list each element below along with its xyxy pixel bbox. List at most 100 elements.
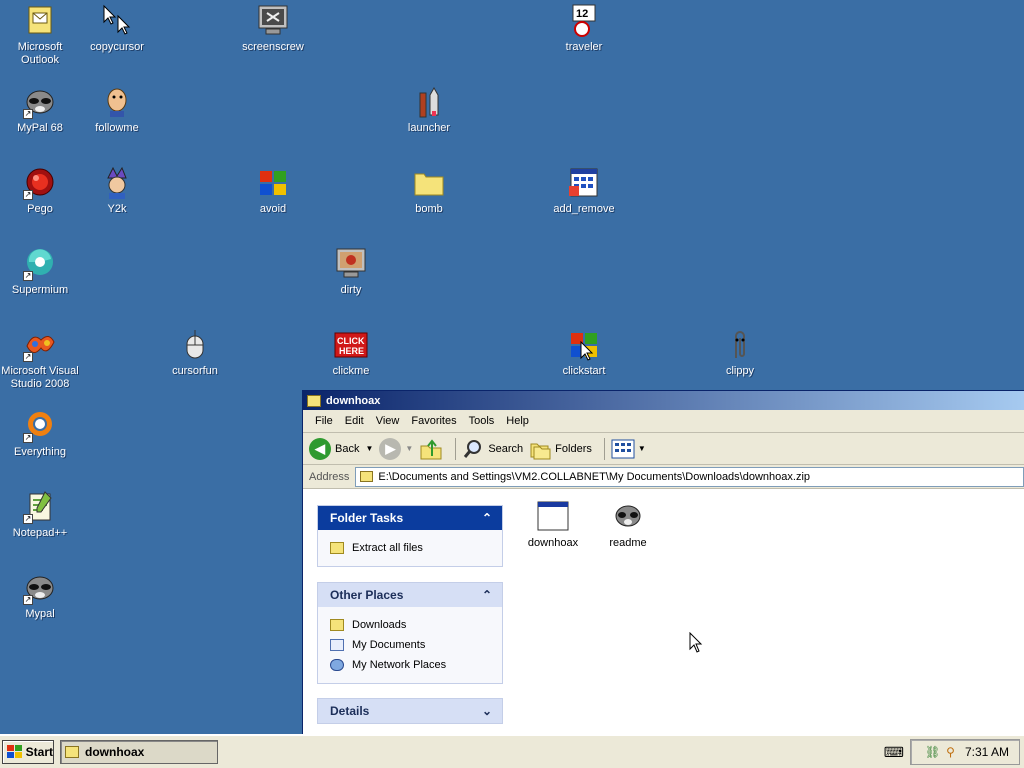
back-dropdown-icon[interactable]: ▼ bbox=[365, 444, 373, 453]
face-icon bbox=[100, 85, 134, 119]
monitor-icon bbox=[334, 247, 368, 281]
desktop-icon-mypal[interactable]: ↗ Mypal bbox=[0, 571, 80, 621]
folder-tasks-header[interactable]: Folder Tasks ⌃ bbox=[318, 506, 502, 530]
desktop-icon-notepadpp[interactable]: ↗ Notepad++ bbox=[0, 490, 80, 540]
desktop-icon-supermium[interactable]: ↗ Supermium bbox=[0, 247, 80, 297]
collapse-chevron-icon[interactable]: ⌃ bbox=[482, 588, 492, 602]
svg-text:12: 12 bbox=[576, 8, 588, 20]
menu-tools[interactable]: Tools bbox=[463, 415, 501, 427]
my-documents-icon bbox=[330, 639, 344, 651]
desktop-icon-launcher[interactable]: launcher bbox=[389, 85, 469, 135]
place-downloads[interactable]: Downloads bbox=[330, 615, 492, 635]
desktop-icon-followme[interactable]: followme bbox=[77, 85, 157, 135]
other-places-title: Other Places bbox=[330, 588, 404, 602]
outlook-icon bbox=[23, 4, 57, 38]
search-button[interactable]: Search bbox=[462, 438, 523, 460]
desktop-icon-bomb[interactable]: bomb bbox=[389, 166, 469, 216]
desktop-icon-everything[interactable]: ↗ Everything bbox=[0, 409, 80, 459]
menu-favorites[interactable]: Favorites bbox=[405, 415, 462, 427]
shortcut-arrow-icon: ↗ bbox=[23, 109, 33, 119]
menu-help[interactable]: Help bbox=[500, 415, 535, 427]
search-tray-icon[interactable]: ⚲ bbox=[946, 745, 955, 759]
mouse-pointer-icon bbox=[689, 632, 703, 653]
details-panel: Details ⌄ bbox=[317, 698, 503, 724]
windows-flag-icon bbox=[567, 328, 601, 362]
taskbar: Start downhoax ⌨ ⛓ ⚲ 7:31 AM bbox=[0, 734, 1024, 768]
toolbar: ◀ Back ▼ ▶ ▼ Search Folders ▼ bbox=[303, 433, 1024, 465]
desktop-icon-label: Notepad++ bbox=[12, 527, 68, 539]
other-places-body: Downloads My Documents My Network Places bbox=[318, 607, 502, 683]
desktop-icon-label: cursorfun bbox=[172, 365, 218, 377]
desktop-icon-label: Y2k bbox=[107, 203, 127, 215]
task-extract-all[interactable]: Extract all files bbox=[330, 538, 492, 558]
desktop-icon-label: Mypal bbox=[25, 608, 55, 620]
calendar-icon bbox=[567, 166, 601, 200]
menu-file[interactable]: File bbox=[309, 415, 339, 427]
desktop-icon-mypal68[interactable]: ↗ MyPal 68 bbox=[0, 85, 80, 135]
menu-edit[interactable]: Edit bbox=[339, 415, 370, 427]
window-titlebar[interactable]: downhoax bbox=[303, 391, 1024, 410]
collapse-chevron-icon[interactable]: ⌃ bbox=[482, 511, 492, 525]
clock[interactable]: 7:31 AM bbox=[965, 745, 1009, 759]
network-tray-icon[interactable]: ⛓ bbox=[925, 745, 940, 759]
desktop-icon-copycursor[interactable]: copycursor bbox=[77, 4, 157, 54]
desktop-icon-screenscrew[interactable]: screenscrew bbox=[233, 4, 313, 54]
file-readme[interactable]: readme bbox=[598, 501, 658, 549]
up-folder-button[interactable] bbox=[419, 438, 443, 460]
raccoon-icon: ↗ bbox=[23, 571, 57, 605]
search-icon bbox=[464, 439, 482, 458]
desktop-icon-label: screenscrew bbox=[242, 41, 304, 53]
visual-studio-icon: ↗ bbox=[23, 328, 57, 362]
shortcut-arrow-icon: ↗ bbox=[23, 352, 33, 362]
other-places-header[interactable]: Other Places ⌃ bbox=[318, 583, 502, 607]
zip-folder-icon bbox=[360, 471, 374, 482]
details-header[interactable]: Details ⌄ bbox=[318, 699, 502, 723]
desktop-icon-label: launcher bbox=[407, 122, 451, 134]
keyboard-icon[interactable]: ⌨ bbox=[884, 744, 904, 761]
menu-view[interactable]: View bbox=[370, 415, 406, 427]
desktop-icon-dirty[interactable]: dirty bbox=[311, 247, 391, 297]
start-button[interactable]: Start bbox=[2, 740, 54, 764]
forward-button[interactable]: ▶ ▼ bbox=[379, 437, 413, 460]
system-tray: ⛓ ⚲ 7:31 AM bbox=[910, 739, 1020, 765]
traveler-icon: 12 bbox=[567, 4, 601, 38]
shortcut-arrow-icon: ↗ bbox=[23, 190, 33, 200]
desktop-icon-label: copycursor bbox=[90, 41, 144, 53]
place-my-network-places[interactable]: My Network Places bbox=[330, 655, 492, 675]
desktop-icon-y2k[interactable]: Y2k bbox=[77, 166, 157, 216]
desktop-icon-clippy[interactable]: clippy bbox=[700, 328, 780, 378]
rocket-icon bbox=[412, 85, 446, 119]
desktop-icon-cursorfun[interactable]: cursorfun bbox=[155, 328, 235, 378]
file-downhoax[interactable]: downhoax bbox=[523, 501, 583, 549]
search-label: Search bbox=[488, 442, 524, 455]
taskbar-item-downhoax[interactable]: downhoax bbox=[60, 740, 218, 764]
desktop-icon-add-remove[interactable]: add_remove bbox=[544, 166, 624, 216]
zip-folder-icon bbox=[307, 394, 321, 407]
views-button[interactable]: ▼ bbox=[611, 439, 646, 459]
desktop-icon-pego[interactable]: ↗ Pego bbox=[0, 166, 80, 216]
desktop-icon-label: Microsoft Visual Studio 2008 bbox=[1, 365, 79, 390]
desktop-icon-label: dirty bbox=[340, 284, 362, 296]
desktop-icon-clickme[interactable]: CLICK HERE clickme bbox=[311, 328, 391, 378]
desktop-icon-clickstart[interactable]: clickstart bbox=[544, 328, 624, 378]
desktop-icon-label: clippy bbox=[725, 365, 755, 377]
desktop-icon-visual-studio[interactable]: ↗ Microsoft Visual Studio 2008 bbox=[0, 328, 80, 391]
desktop-icon-traveler[interactable]: 12 traveler bbox=[544, 4, 624, 54]
expand-chevron-icon[interactable]: ⌄ bbox=[482, 704, 492, 718]
network-globe-icon bbox=[330, 659, 344, 671]
place-my-documents[interactable]: My Documents bbox=[330, 635, 492, 655]
folders-button[interactable]: Folders bbox=[529, 438, 592, 460]
desktop-icon-avoid[interactable]: avoid bbox=[233, 166, 313, 216]
forward-arrow-icon: ▶ bbox=[379, 437, 402, 460]
address-input[interactable]: E:\Documents and Settings\VM2.COLLABNET\… bbox=[355, 466, 1024, 487]
back-label: Back bbox=[335, 442, 360, 455]
forward-dropdown-icon[interactable]: ▼ bbox=[405, 444, 413, 453]
desktop-icon-label: avoid bbox=[259, 203, 287, 215]
details-title: Details bbox=[330, 704, 370, 718]
click-here-icon: CLICK HERE bbox=[334, 328, 368, 362]
back-button[interactable]: ◀ Back ▼ bbox=[309, 437, 373, 460]
raccoon-icon bbox=[615, 505, 641, 527]
desktop-icon-outlook[interactable]: Microsoft Outlook bbox=[0, 4, 80, 67]
views-icon bbox=[611, 439, 635, 458]
notepad-icon: ↗ bbox=[23, 490, 57, 524]
